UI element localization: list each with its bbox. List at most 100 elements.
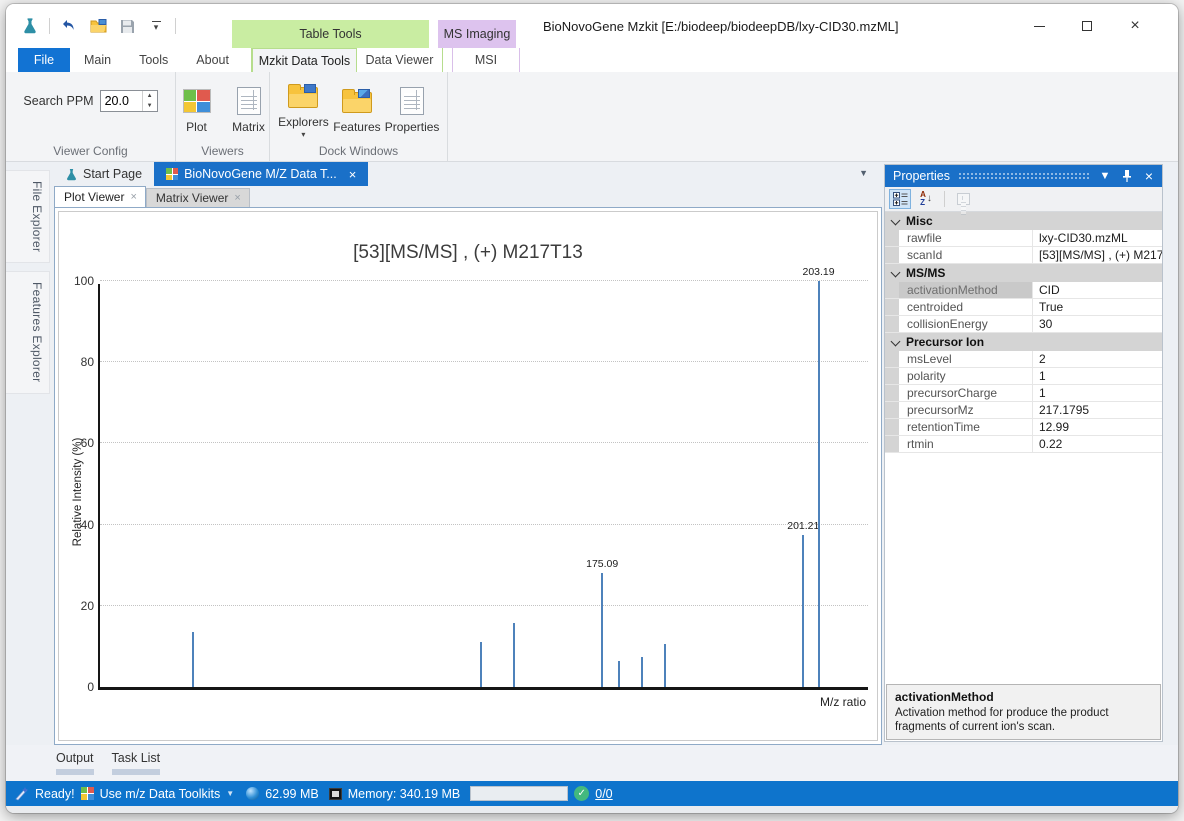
bottom-tool-tabs: Output Task List <box>6 745 1178 781</box>
search-ppm-input[interactable] <box>101 91 142 111</box>
pin-icon[interactable] <box>1120 170 1134 183</box>
tab-main[interactable]: Main <box>70 48 125 72</box>
property-name: retentionTime <box>899 419 1033 435</box>
contextual-group-ms-imaging: MS Imaging <box>438 20 516 48</box>
property-value[interactable]: 2 <box>1033 351 1162 367</box>
collapse-chevron-icon[interactable] <box>891 269 900 278</box>
spin-down-icon[interactable]: ▼ <box>143 101 157 111</box>
tab-about[interactable]: About <box>182 48 243 72</box>
property-value[interactable]: 12.99 <box>1033 419 1162 435</box>
spectrum-peak <box>480 642 482 687</box>
task-counter-link[interactable]: 0/0 <box>595 787 612 801</box>
close-doc-tab-icon[interactable]: × <box>349 168 357 181</box>
property-value[interactable]: 217.1795 <box>1033 402 1162 418</box>
contextual-group-table-tools: Table Tools <box>232 20 429 48</box>
property-row[interactable]: collisionEnergy30 <box>885 316 1162 333</box>
doc-tab-mz-data[interactable]: BioNovoGene M/Z Data T... × <box>154 162 368 186</box>
property-value[interactable]: 0.22 <box>1033 436 1162 452</box>
sort-alphabetical-button[interactable]: AZ ↓ <box>915 189 937 209</box>
close-plot-viewer-icon[interactable]: × <box>130 191 136 203</box>
property-value[interactable]: [53][MS/MS] , (+) M217T <box>1033 247 1162 263</box>
tab-plot-viewer[interactable]: Plot Viewer × <box>54 186 146 207</box>
categorized-view-button[interactable] <box>889 189 911 209</box>
tab-mzkit-data-tools[interactable]: Mzkit Data Tools <box>252 48 357 72</box>
row-indent <box>885 247 899 263</box>
group-label-viewer-config: Viewer Config <box>6 143 175 161</box>
property-row[interactable]: rawfilelxy-CID30.mzML <box>885 230 1162 247</box>
spin-up-icon[interactable]: ▲ <box>143 91 157 101</box>
property-pages-button[interactable] <box>952 189 974 209</box>
window-controls: × <box>1022 4 1178 48</box>
minimize-button[interactable] <box>1022 11 1056 41</box>
right-gutter <box>1163 162 1178 745</box>
toolkit-dropdown-icon[interactable]: ▼ <box>226 789 234 798</box>
ribbon: Search PPM ▲ ▼ Viewer Config Plot <box>6 72 1178 162</box>
document-tab-strip: Start Page BioNovoGene M/Z Data T... × ▼ <box>54 162 882 186</box>
y-gridline <box>100 442 868 443</box>
property-row[interactable]: retentionTime12.99 <box>885 419 1162 436</box>
status-toolkit-menu[interactable]: Use m/z Data Toolkits <box>100 787 221 801</box>
tab-matrix-viewer[interactable]: Matrix Viewer × <box>146 188 250 207</box>
close-button[interactable]: × <box>1118 11 1152 41</box>
spectrum-peak <box>513 623 515 687</box>
x-axis-label: M/z ratio <box>820 695 866 709</box>
property-description-box: activationMethod Activation method for p… <box>886 684 1161 740</box>
property-value[interactable]: True <box>1033 299 1162 315</box>
category-row[interactable]: Precursor Ion <box>885 333 1162 351</box>
property-value[interactable]: CID <box>1033 282 1162 298</box>
property-value[interactable]: 1 <box>1033 368 1162 384</box>
sidebar-tab-features-explorer[interactable]: Features Explorer <box>6 271 50 393</box>
property-row[interactable]: activationMethodCID <box>885 282 1162 299</box>
category-row[interactable]: Misc <box>885 212 1162 230</box>
categorized-icon <box>893 192 908 206</box>
tab-msi[interactable]: MSI <box>453 48 519 72</box>
undo-button[interactable] <box>59 16 79 36</box>
matrix-button[interactable]: Matrix <box>227 83 271 136</box>
property-value[interactable]: lxy-CID30.mzML <box>1033 230 1162 246</box>
property-row[interactable]: centroidedTrue <box>885 299 1162 316</box>
features-button[interactable]: Features <box>335 83 379 136</box>
spectrum-chart: [53][MS/MS] , (+) M217T13 M/z ratio 0204… <box>58 211 878 741</box>
tab-data-viewer[interactable]: Data Viewer <box>357 48 442 72</box>
collapse-chevron-icon[interactable] <box>891 217 900 226</box>
property-row[interactable]: precursorCharge1 <box>885 385 1162 402</box>
property-row[interactable]: precursorMz217.1795 <box>885 402 1162 419</box>
tab-file[interactable]: File <box>18 48 70 72</box>
properties-title-bar[interactable]: Properties ▼ × <box>885 165 1162 187</box>
property-row[interactable]: polarity1 <box>885 368 1162 385</box>
viewer-tab-strip: Plot Viewer × Matrix Viewer × <box>54 186 882 207</box>
close-panel-icon[interactable]: × <box>1142 168 1156 184</box>
property-row[interactable]: scanId[53][MS/MS] , (+) M217T <box>885 247 1162 264</box>
y-tick-label: 20 <box>62 599 94 613</box>
tab-tools[interactable]: Tools <box>125 48 182 72</box>
plot-area[interactable]: M/z ratio 020406080100175.09201.21203.19 <box>98 284 868 690</box>
property-value[interactable]: 1 <box>1033 385 1162 401</box>
property-row[interactable]: msLevel2 <box>885 351 1162 368</box>
customize-qat-dropdown[interactable]: ▾ <box>146 16 166 36</box>
collapse-chevron-icon[interactable] <box>891 338 900 347</box>
properties-button[interactable]: Properties <box>387 83 437 136</box>
maximize-button[interactable] <box>1070 11 1104 41</box>
sidebar-tab-file-explorer[interactable]: File Explorer <box>6 170 50 263</box>
plot-button[interactable]: Plot <box>175 83 219 136</box>
y-gridline <box>100 361 868 362</box>
row-indent <box>885 299 899 315</box>
doc-tab-start-page[interactable]: Start Page <box>54 162 154 186</box>
row-indent <box>885 282 899 298</box>
open-folder-button[interactable] <box>88 16 108 36</box>
window-position-dropdown-icon[interactable]: ▼ <box>1098 170 1112 182</box>
close-matrix-viewer-icon[interactable]: × <box>234 192 240 204</box>
table-tools-tab-group: Mzkit Data Tools Data Viewer <box>251 48 443 72</box>
ribbon-tab-row: File Main Tools About Mzkit Data Tools D… <box>6 48 1178 72</box>
save-button[interactable] <box>117 16 137 36</box>
properties-panel: Properties ▼ × <box>884 164 1163 742</box>
property-value[interactable]: 30 <box>1033 316 1162 332</box>
tab-output[interactable]: Output <box>56 751 94 781</box>
search-ppm-stepper[interactable]: ▲ ▼ <box>100 90 158 112</box>
property-row[interactable]: rtmin0.22 <box>885 436 1162 453</box>
explorers-button[interactable]: Explorers ▾ <box>280 78 327 141</box>
doc-tab-overflow-dropdown-icon[interactable]: ▼ <box>859 168 868 178</box>
tab-task-list[interactable]: Task List <box>112 751 161 781</box>
property-name: msLevel <box>899 351 1033 367</box>
category-row[interactable]: MS/MS <box>885 264 1162 282</box>
